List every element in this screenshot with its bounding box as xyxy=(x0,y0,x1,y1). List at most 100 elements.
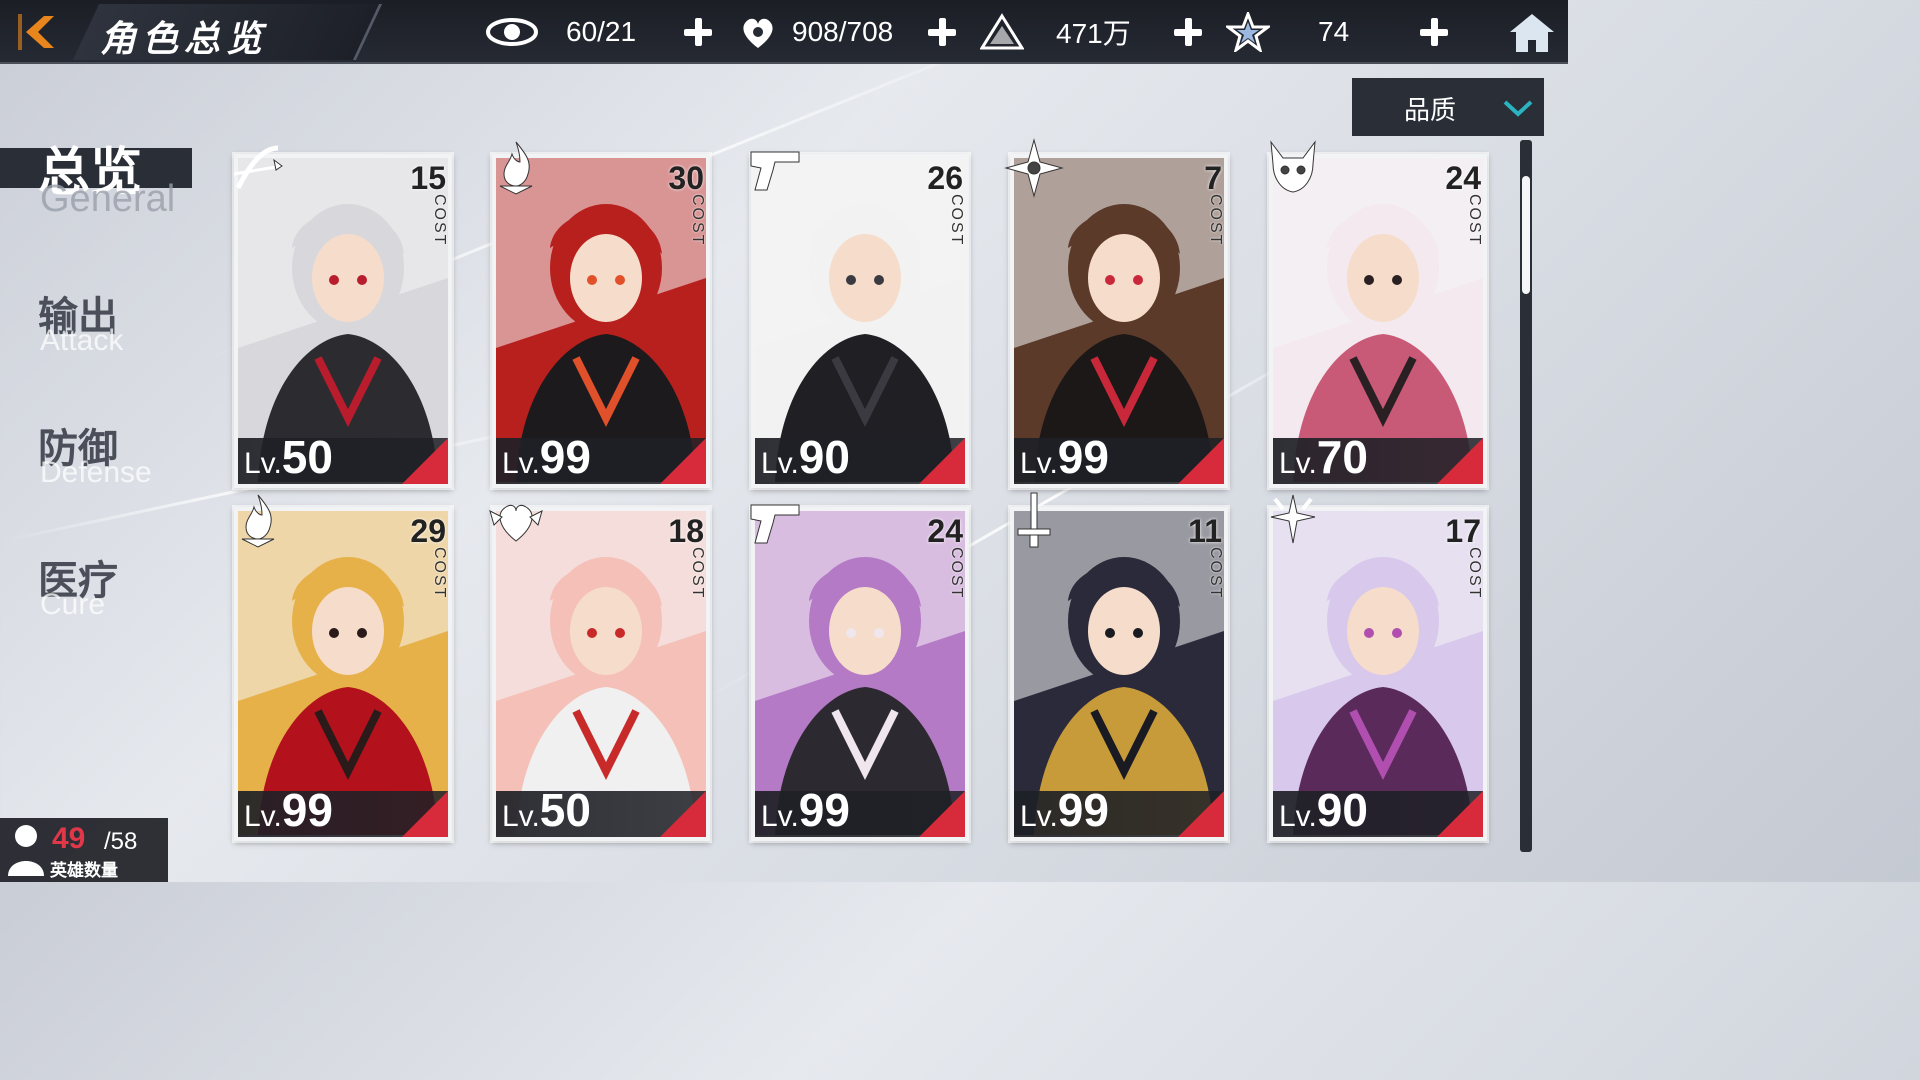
level-accent xyxy=(1437,791,1483,837)
cost-value: 15 xyxy=(410,160,446,196)
sidebar-item-defense[interactable]: 防御 Defense xyxy=(0,414,200,504)
level-label: Lv.99 xyxy=(502,430,591,484)
cost-value: 29 xyxy=(410,513,446,549)
character-card[interactable]: Lv.50 15 COST xyxy=(233,145,452,488)
resource-value: 60/21 xyxy=(566,16,637,47)
hero-count-current: 49 xyxy=(52,822,86,855)
cost-label: COST xyxy=(689,547,706,600)
level-value: 99 xyxy=(281,784,333,836)
level-label: Lv.70 xyxy=(1279,430,1368,484)
level-prefix: Lv. xyxy=(1279,447,1317,480)
resource-shard: 74 xyxy=(1226,12,1349,52)
cost-label: COST xyxy=(1207,547,1224,600)
resource-value: 471万 xyxy=(1056,18,1131,49)
add-potion-button[interactable] xyxy=(926,16,958,48)
resource-coin: 471万 xyxy=(980,12,1131,52)
heart-potion-icon xyxy=(743,18,773,48)
home-icon xyxy=(1510,14,1554,52)
heart-wings-icon xyxy=(489,504,543,542)
add-stamina-button[interactable] xyxy=(682,16,714,48)
sword-icon xyxy=(1017,492,1051,548)
level-value: 50 xyxy=(281,431,333,483)
level-value: 50 xyxy=(539,784,591,836)
level-prefix: Lv. xyxy=(1279,800,1317,833)
eye-icon xyxy=(486,18,538,46)
resource-value: 74 xyxy=(1318,16,1350,47)
character-card[interactable]: Lv.99 7 COST xyxy=(1004,138,1228,488)
cost-label: COST xyxy=(948,547,965,600)
level-prefix: Lv. xyxy=(244,800,282,833)
cost-value: 7 xyxy=(1204,160,1222,196)
character-card[interactable]: Lv.99 24 COST xyxy=(750,504,969,841)
character-card[interactable]: Lv.99 30 COST xyxy=(492,141,710,488)
level-value: 99 xyxy=(798,784,850,836)
sidebar-item-sublabel: Defense xyxy=(40,456,152,489)
resource-value: 908/708 xyxy=(792,16,894,47)
level-value: 99 xyxy=(539,431,591,483)
sidebar-item-general[interactable]: 总览 General xyxy=(0,122,200,220)
bow-icon xyxy=(233,145,283,190)
star-shard-icon xyxy=(1226,12,1270,52)
character-card[interactable]: Lv.90 17 COST xyxy=(1269,494,1487,841)
level-prefix: Lv. xyxy=(761,447,799,480)
chevron-down-icon xyxy=(1503,100,1533,117)
level-prefix: Lv. xyxy=(1020,800,1058,833)
level-accent xyxy=(402,438,448,484)
hero-count-panel: 49 /58 英雄数量 xyxy=(0,818,168,882)
character-card[interactable]: Lv.99 29 COST xyxy=(234,494,452,841)
character-card[interactable]: Lv.50 18 COST xyxy=(489,504,710,841)
demon-skull-icon xyxy=(1270,140,1316,193)
cost-value: 18 xyxy=(668,513,704,549)
level-label: Lv.90 xyxy=(1279,783,1368,837)
level-accent xyxy=(660,791,706,837)
level-value: 90 xyxy=(798,431,850,483)
level-value: 70 xyxy=(1316,431,1368,483)
cost-label: COST xyxy=(1466,194,1483,247)
cost-value: 11 xyxy=(1188,513,1222,549)
pistol-icon xyxy=(750,151,800,191)
home-button[interactable] xyxy=(1508,12,1556,54)
level-label: Lv.99 xyxy=(244,783,333,837)
cost-value: 17 xyxy=(1445,513,1481,549)
cost-value: 26 xyxy=(927,160,963,196)
sort-dropdown-label: 品质 xyxy=(1404,96,1457,126)
level-accent xyxy=(1178,438,1224,484)
scrollbar[interactable] xyxy=(1520,140,1532,852)
level-accent xyxy=(919,791,965,837)
person-icon xyxy=(8,825,44,876)
level-label: Lv.99 xyxy=(1020,430,1109,484)
level-accent xyxy=(660,438,706,484)
cost-label: COST xyxy=(431,194,448,247)
level-accent xyxy=(919,438,965,484)
level-accent xyxy=(1437,438,1483,484)
pyramid-coin-icon xyxy=(980,13,1024,50)
scrollbar-thumb[interactable] xyxy=(1522,176,1530,294)
pistol-icon xyxy=(750,504,800,544)
sidebar-item-attack[interactable]: 输出 Attack xyxy=(0,282,200,372)
level-accent xyxy=(1178,791,1224,837)
cost-label: COST xyxy=(1207,194,1224,247)
cost-label: COST xyxy=(1466,547,1483,600)
character-card[interactable]: Lv.99 11 COST xyxy=(1010,492,1228,841)
cross-shield-icon xyxy=(1270,494,1316,544)
back-arrow-icon xyxy=(18,14,54,50)
level-value: 99 xyxy=(1057,431,1109,483)
add-coin-button[interactable] xyxy=(1172,16,1204,48)
level-prefix: Lv. xyxy=(502,800,540,833)
cost-label: COST xyxy=(689,194,706,247)
sort-dropdown[interactable]: 品质 xyxy=(1352,78,1544,136)
sidebar-item-sublabel: Cure xyxy=(40,588,106,621)
sidebar-item-cure[interactable]: 医疗 Cure xyxy=(0,546,200,636)
back-button[interactable] xyxy=(14,10,68,54)
cost-value: 24 xyxy=(927,513,963,549)
character-card[interactable]: Lv.70 24 COST xyxy=(1269,140,1487,488)
cost-label: COST xyxy=(431,547,448,600)
level-label: Lv.99 xyxy=(1020,783,1109,837)
level-label: Lv.50 xyxy=(244,430,333,484)
character-card[interactable]: Lv.90 26 COST xyxy=(750,151,969,488)
level-label: Lv.50 xyxy=(502,783,591,837)
level-prefix: Lv. xyxy=(1020,447,1058,480)
level-accent xyxy=(402,791,448,837)
cost-label: COST xyxy=(948,194,965,247)
add-shard-button[interactable] xyxy=(1418,16,1450,48)
